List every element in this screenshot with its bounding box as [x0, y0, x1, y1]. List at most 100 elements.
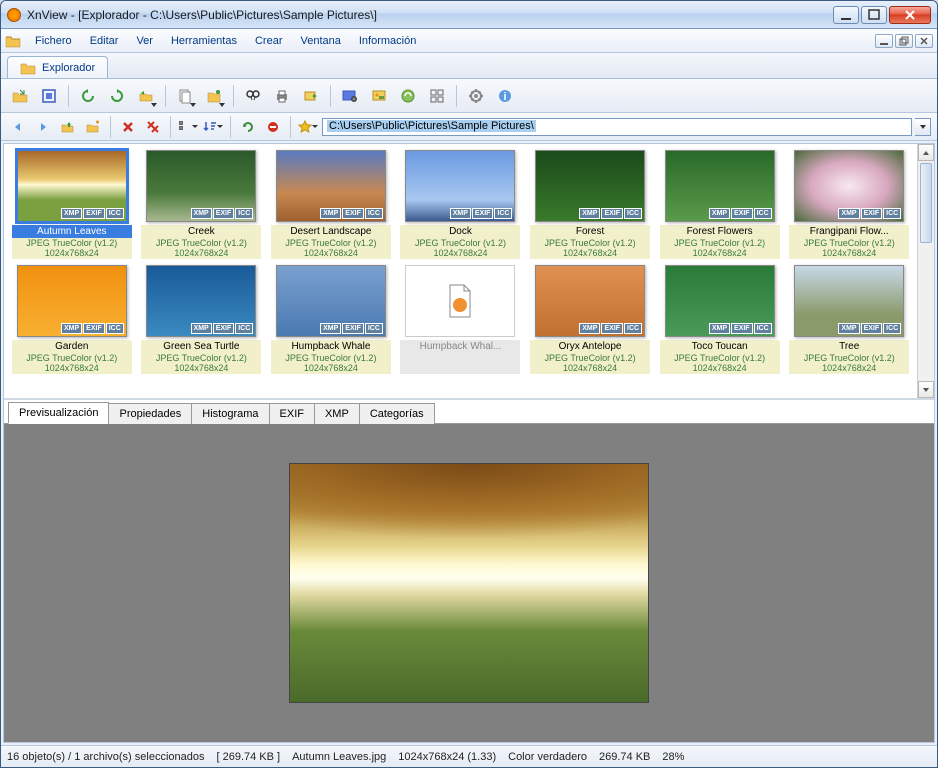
preview-image[interactable]	[289, 463, 649, 703]
settings-button[interactable]	[463, 83, 489, 109]
capture-button[interactable]	[337, 83, 363, 109]
thumbnail-dim: 1024x768x24	[141, 363, 261, 374]
thumbnail-item[interactable]: XMPEXIFICCTreeJPEG TrueColor (v1.2)1024x…	[787, 265, 911, 374]
thumbnail-name: Humpback Whale	[271, 340, 391, 353]
thumbnail-name: Garden	[12, 340, 132, 353]
badge-icc: ICC	[624, 323, 642, 334]
convert-button[interactable]	[395, 83, 421, 109]
badge-exif: EXIF	[731, 208, 753, 219]
delete-button[interactable]	[117, 116, 139, 138]
thumbnail-info: JPEG TrueColor (v1.2)	[271, 238, 391, 248]
fullscreen-button[interactable]	[36, 83, 62, 109]
grid-button[interactable]	[424, 83, 450, 109]
thumbnail-item[interactable]: XMPEXIFICCCreekJPEG TrueColor (v1.2)1024…	[140, 150, 264, 259]
menu-crear[interactable]: Crear	[247, 32, 291, 50]
slideshow-button[interactable]	[366, 83, 392, 109]
panel-tab-exif[interactable]: EXIF	[269, 403, 315, 424]
address-bar[interactable]: C:\Users\Public\Pictures\Sample Pictures…	[322, 118, 912, 136]
tab-explorador[interactable]: Explorador	[7, 56, 108, 78]
panel-tab-histograma[interactable]: Histograma	[191, 403, 269, 424]
thumbnail-item[interactable]: XMPEXIFICCDockJPEG TrueColor (v1.2)1024x…	[399, 150, 523, 259]
thumbnail-image: XMPEXIFICC	[17, 265, 127, 337]
forward-button[interactable]	[32, 116, 54, 138]
thumbnail-name: Forest Flowers	[660, 225, 780, 238]
thumbnail-image: XMPEXIFICC	[535, 265, 645, 337]
thumbnail-item[interactable]: XMPEXIFICC Oryx AntelopeJPEG TrueColor (v…	[528, 265, 652, 374]
badge-xmp: XMP	[61, 323, 82, 334]
badge-exif: EXIF	[601, 323, 623, 334]
menu-fichero[interactable]: Fichero	[27, 32, 80, 50]
mdi-close-button[interactable]	[915, 34, 933, 48]
stop-button[interactable]	[262, 116, 284, 138]
thumbnail-item[interactable]: XMPEXIFICCGardenJPEG TrueColor (v1.2)102…	[10, 265, 134, 374]
thumbnail-dim: 1024x768x24	[12, 248, 132, 259]
view-mode-button[interactable]	[177, 116, 199, 138]
thumbnail-item[interactable]: XMPEXIFICCForestJPEG TrueColor (v1.2)102…	[528, 150, 652, 259]
thumbnail-item[interactable]: XMPEXIFICCForest FlowersJPEG TrueColor (…	[658, 150, 782, 259]
menu-herramientas[interactable]: Herramientas	[163, 32, 245, 50]
doc-tab-label: Explorador	[42, 62, 95, 74]
sort-button[interactable]	[202, 116, 224, 138]
print-button[interactable]	[269, 83, 295, 109]
scrollbar-vertical[interactable]	[917, 144, 934, 398]
paste-button[interactable]	[201, 83, 227, 109]
scroll-thumb[interactable]	[920, 163, 932, 243]
thumbnail-image: XMPEXIFICC	[665, 150, 775, 222]
badge-exif: EXIF	[472, 208, 494, 219]
back-button[interactable]	[7, 116, 29, 138]
panel-tab-categorías[interactable]: Categorías	[359, 403, 435, 424]
badge-exif: EXIF	[342, 323, 364, 334]
thumbnail-dim: 1024x768x24	[530, 363, 650, 374]
thumbnail-info: JPEG TrueColor (v1.2)	[789, 353, 909, 363]
close-button[interactable]	[889, 6, 931, 24]
thumbnail-item[interactable]: XMPEXIFICCAutumn LeavesJPEG TrueColor (v…	[10, 150, 134, 259]
menu-información[interactable]: Información	[351, 32, 424, 50]
thumbnail-info: JPEG TrueColor (v1.2)	[789, 238, 909, 248]
undo-button[interactable]	[133, 83, 159, 109]
thumbnail-item[interactable]: Humpback Whal...	[399, 265, 523, 374]
export-button[interactable]	[298, 83, 324, 109]
thumbnail-item[interactable]: XMPEXIFICCHumpback WhaleJPEG TrueColor (…	[269, 265, 393, 374]
panel-tab-previsualización[interactable]: Previsualización	[8, 402, 109, 424]
thumbnail-item[interactable]: XMPEXIFICCFrangipani Flow...JPEG TrueCol…	[787, 150, 911, 259]
menu-editar[interactable]: Editar	[82, 32, 127, 50]
refresh-button[interactable]	[237, 116, 259, 138]
panel-tab-xmp[interactable]: XMP	[314, 403, 360, 424]
info-button[interactable]: i	[492, 83, 518, 109]
badge-icc: ICC	[754, 208, 772, 219]
rotate-right-button[interactable]	[104, 83, 130, 109]
copy-button[interactable]	[172, 83, 198, 109]
thumbnail-name: Autumn Leaves	[12, 225, 132, 238]
new-folder-button[interactable]	[82, 116, 104, 138]
thumbnail-item[interactable]: XMPEXIFICCToco ToucanJPEG TrueColor (v1.…	[658, 265, 782, 374]
maximize-button[interactable]	[861, 6, 887, 24]
thumbnail-info: JPEG TrueColor (v1.2)	[660, 353, 780, 363]
thumbnail-image: XMPEXIFICC	[276, 265, 386, 337]
badge-icc: ICC	[624, 208, 642, 219]
panel-tab-propiedades[interactable]: Propiedades	[108, 403, 192, 424]
badge-xmp: XMP	[61, 208, 82, 219]
main-toolbar: i	[1, 79, 937, 113]
badge-xmp: XMP	[709, 208, 730, 219]
up-button[interactable]	[57, 116, 79, 138]
search-button[interactable]	[240, 83, 266, 109]
mdi-restore-button[interactable]	[895, 34, 913, 48]
thumbnail-item[interactable]: XMPEXIFICCGreen Sea TurtleJPEG TrueColor…	[140, 265, 264, 374]
thumbnail-name: Oryx Antelope	[530, 340, 650, 353]
scroll-down-button[interactable]	[918, 381, 934, 398]
open-button[interactable]	[7, 83, 33, 109]
thumbnail-info: JPEG TrueColor (v1.2)	[530, 353, 650, 363]
menu-ventana[interactable]: Ventana	[293, 32, 349, 50]
rotate-left-button[interactable]	[75, 83, 101, 109]
status-zoom: 28%	[662, 751, 684, 763]
thumbnail-info: JPEG TrueColor (v1.2)	[12, 353, 132, 363]
minimize-button[interactable]	[833, 6, 859, 24]
delete-all-button[interactable]	[142, 116, 164, 138]
thumbnail-name: Humpback Whal...	[400, 340, 520, 353]
thumbnail-item[interactable]: XMPEXIFICCDesert LandscapeJPEG TrueColor…	[269, 150, 393, 259]
mdi-minimize-button[interactable]	[875, 34, 893, 48]
menu-ver[interactable]: Ver	[128, 32, 161, 50]
address-dropdown[interactable]	[915, 118, 931, 136]
favorite-button[interactable]	[297, 116, 319, 138]
scroll-up-button[interactable]	[918, 144, 934, 161]
